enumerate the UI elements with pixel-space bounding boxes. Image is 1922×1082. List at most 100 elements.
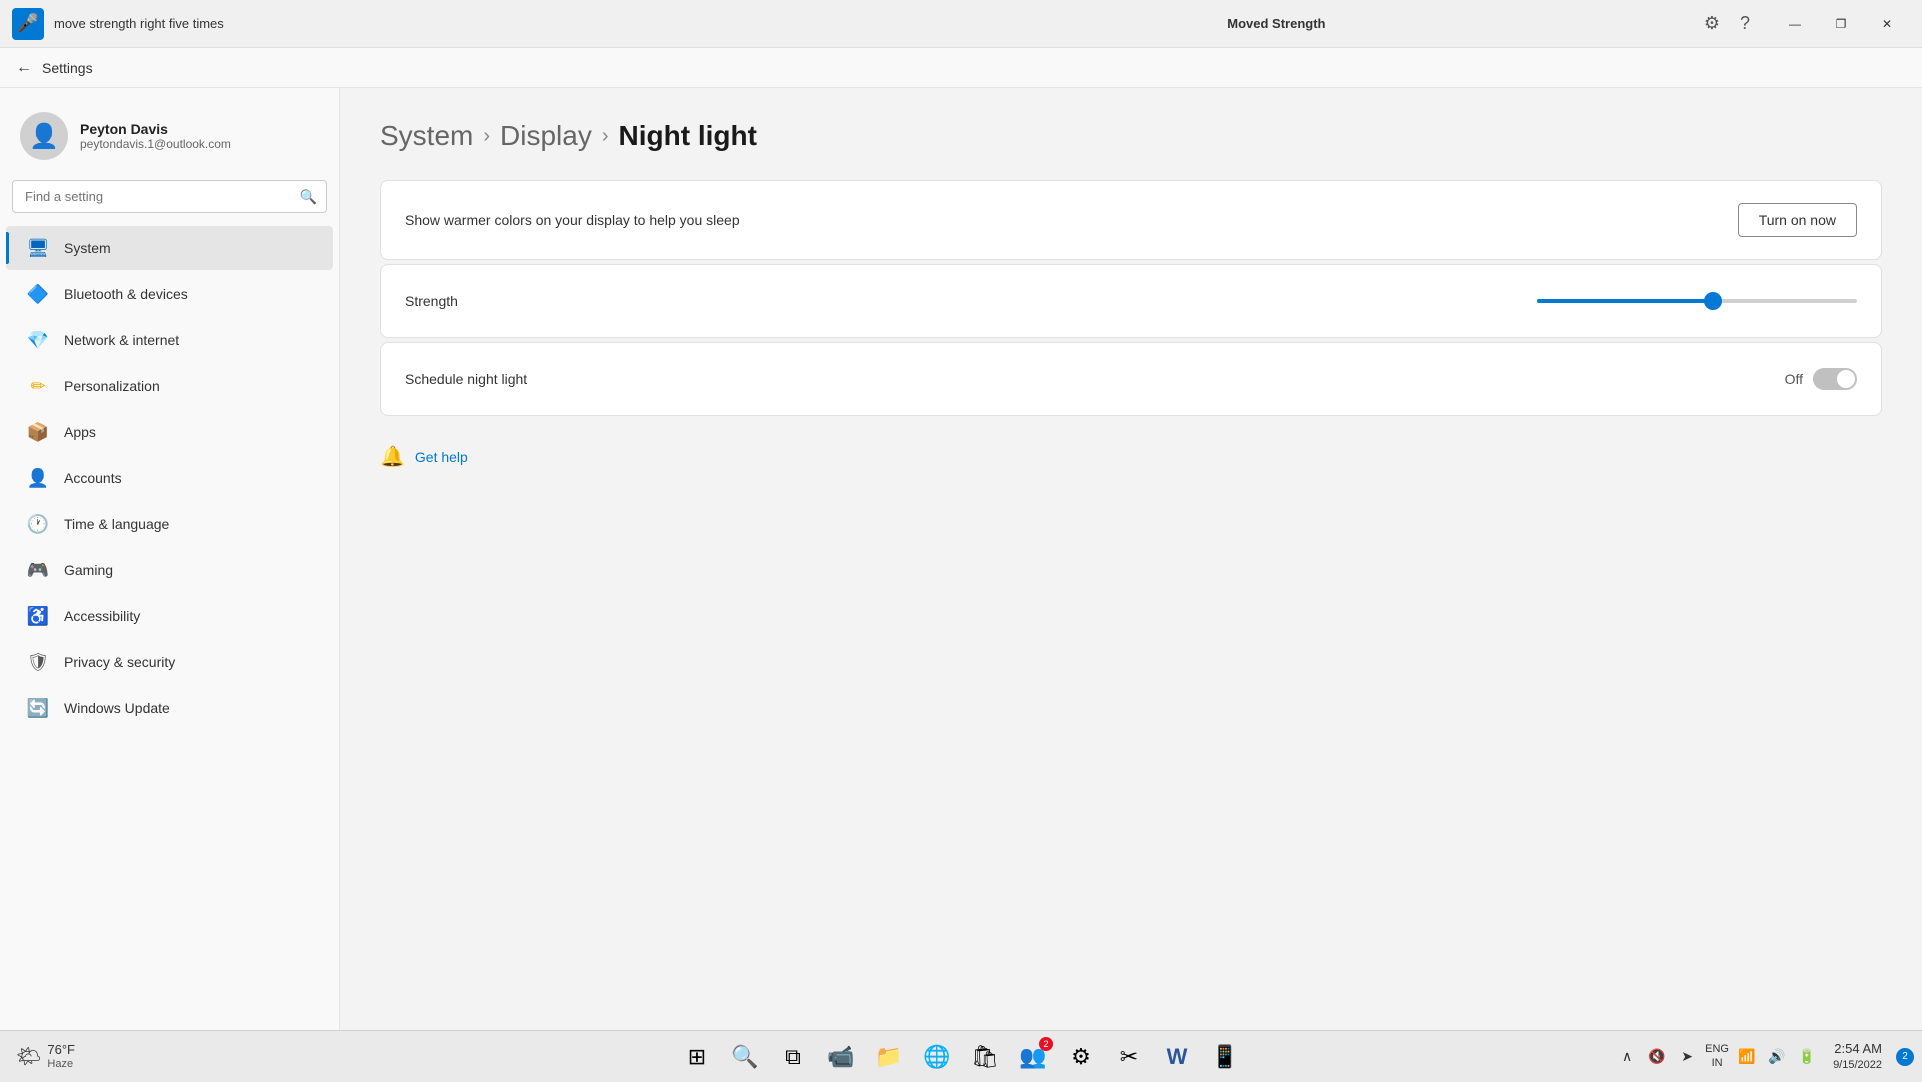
store-button[interactable]: 🛍 [963,1035,1007,1079]
get-help-link[interactable]: Get help [415,449,468,465]
sidebar-item-accessibility[interactable]: ♿ Accessibility [6,594,333,638]
maximize-button[interactable]: ❐ [1818,8,1864,40]
sidebar-item-time[interactable]: 🕐 Time & language [6,502,333,546]
sidebar-item-privacy[interactable]: 🛡 Privacy & security [6,640,333,684]
sidebar-item-label-time: Time & language [64,516,169,532]
privacy-icon: 🛡 [26,650,50,674]
clock-widget[interactable]: 2:54 AM 9/15/2022 [1825,1040,1890,1074]
turn-on-now-button[interactable]: Turn on now [1738,203,1857,237]
search-taskbar-button[interactable]: 🔍 [723,1035,767,1079]
sidebar-item-personalization[interactable]: ✏ Personalization [6,364,333,408]
user-profile[interactable]: 👤 Peyton Davis peytondavis.1@outlook.com [0,100,339,180]
back-button[interactable]: ← [16,59,32,77]
close-button[interactable]: ✕ [1864,8,1910,40]
user-email: peytondavis.1@outlook.com [80,137,231,151]
sidebar-item-label-network: Network & internet [64,332,179,348]
task-view-icon: ⧉ [785,1044,801,1070]
minimize-button[interactable]: — [1772,8,1818,40]
strength-row: Strength [381,265,1881,337]
breadcrumb-sep2: › [602,125,609,148]
sidebar-item-label-update: Windows Update [64,700,170,716]
strength-label: Strength [405,293,458,309]
sidebar-item-accounts[interactable]: 👤 Accounts [6,456,333,500]
microphone-icon: 🎤 [17,13,39,34]
task-view-button[interactable]: ⧉ [771,1035,815,1079]
settings-bar-label: Settings [42,60,93,76]
clock-date: 9/15/2022 [1833,1058,1882,1073]
breadcrumb-system[interactable]: System [380,120,473,152]
sidebar-item-label-privacy: Privacy & security [64,654,175,670]
weather-info: 76°F Haze [47,1042,75,1071]
sidebar-item-gaming[interactable]: 🎮 Gaming [6,548,333,592]
sidebar-item-bluetooth[interactable]: 🔷 Bluetooth & devices [6,272,333,316]
teams-button[interactable]: 👥 2 [1011,1035,1055,1079]
tray-battery-button[interactable]: 🔋 [1793,1039,1821,1075]
snipping-tool-button[interactable]: ✂ [1107,1035,1151,1079]
tray-location-button[interactable]: ➤ [1673,1039,1701,1075]
tray-chevron[interactable]: ∧ [1613,1039,1641,1075]
sidebar-item-network[interactable]: 💎 Network & internet [6,318,333,362]
tray-lang-button[interactable]: ENG IN [1703,1039,1731,1075]
strength-slider-container [1537,299,1857,303]
wifi-icon: 📶 [1738,1048,1755,1065]
accounts-icon: 👤 [26,466,50,490]
file-explorer-button[interactable]: 📁 [867,1035,911,1079]
sidebar-item-label-bluetooth: Bluetooth & devices [64,286,188,302]
cortana-button[interactable]: 🎤 [12,8,44,40]
time-icon: 🕐 [26,512,50,536]
tray-volume-button[interactable]: 🔊 [1763,1039,1791,1075]
start-icon: ⊞ [688,1044,706,1070]
slider-thumb[interactable] [1704,292,1722,310]
slider-track[interactable] [1537,299,1857,303]
weather-widget[interactable]: 🌤 76°F Haze [8,1038,83,1075]
clock-time: 2:54 AM [1834,1040,1882,1058]
file-explorer-icon: 📁 [875,1044,902,1070]
content-area: System › Display › Night light Show warm… [340,88,1922,1030]
edge-button[interactable]: 🌐 [915,1035,959,1079]
sidebar-item-label-accounts: Accounts [64,470,122,486]
sidebar-item-system[interactable]: 🖥 System [6,226,333,270]
search-input[interactable] [12,180,327,213]
tray-mute-button[interactable]: 🔇 [1643,1039,1671,1075]
start-button[interactable]: ⊞ [675,1035,719,1079]
schedule-row: Schedule night light Off [381,343,1881,415]
sidebar-item-update[interactable]: 🔄 Windows Update [6,686,333,730]
chevron-icon: ∧ [1622,1048,1632,1065]
teams-meet-button[interactable]: 📹 [819,1035,863,1079]
system-icon: 🖥 [26,236,50,260]
sidebar-item-apps[interactable]: 📦 Apps [6,410,333,454]
lang-line1: ENG [1705,1043,1729,1056]
gaming-icon: 🎮 [26,558,50,582]
window-controls: — ❐ ✕ [1772,8,1910,40]
settings-bar: ← Settings [0,48,1922,88]
notification-badge[interactable]: 2 [1896,1048,1914,1066]
word-button[interactable]: W [1155,1035,1199,1079]
settings-icon[interactable]: ⚙ [1698,7,1726,40]
taskbar-settings-button[interactable]: ⚙ [1059,1035,1103,1079]
volume-icon: 🔊 [1768,1048,1785,1065]
avatar: 👤 [20,112,68,160]
teams-meet-icon: 📹 [827,1044,854,1070]
taskbar-right: ∧ 🔇 ➤ ENG IN 📶 🔊 🔋 [1613,1039,1914,1075]
edge-icon: 🌐 [923,1044,950,1070]
breadcrumb: System › Display › Night light [380,120,1882,152]
phone-link-button[interactable]: 📱 [1203,1035,1247,1079]
schedule-toggle[interactable] [1813,368,1857,390]
breadcrumb-display[interactable]: Display [500,120,592,152]
search-taskbar-icon: 🔍 [731,1044,758,1070]
weather-temp: 76°F [47,1042,75,1058]
help-icon[interactable]: ? [1734,7,1756,40]
search-box: 🔍 [12,180,327,213]
apps-icon: 📦 [26,420,50,444]
breadcrumb-sep1: › [483,125,490,148]
taskbar: 🌤 76°F Haze ⊞ 🔍 ⧉ 📹 📁 🌐 🛍 👥 [0,1030,1922,1082]
get-help-icon: 🔔 [380,444,405,469]
weather-desc: Haze [47,1058,75,1071]
network-icon: 💎 [26,328,50,352]
toggle-knob [1837,370,1855,388]
title-bar-left: 🎤 move strength right five times [12,8,855,40]
lang-line2: IN [1705,1057,1729,1070]
title-bar-center-text: Moved Strength [855,16,1698,31]
tray-wifi-button[interactable]: 📶 [1733,1039,1761,1075]
phone-link-icon: 📱 [1211,1044,1238,1070]
